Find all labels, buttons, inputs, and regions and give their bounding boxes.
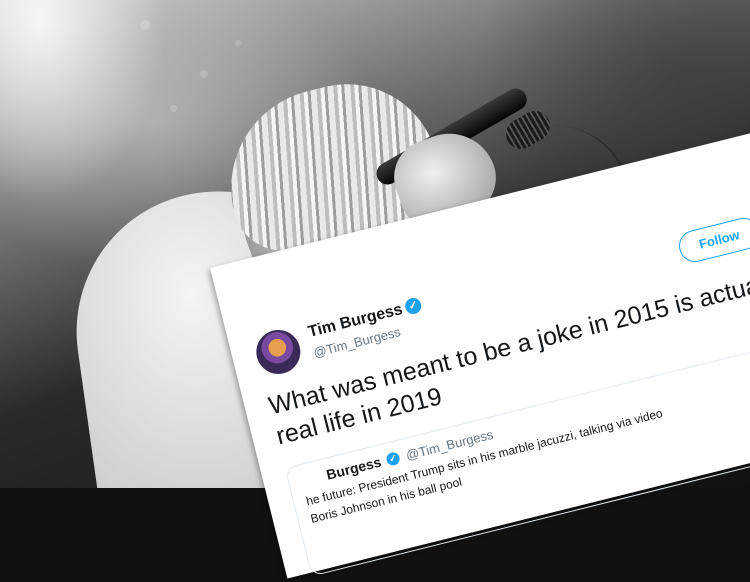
bokeh-light bbox=[140, 20, 150, 30]
bokeh-light bbox=[235, 40, 241, 46]
verified-icon: ✓ bbox=[385, 450, 401, 467]
avatar[interactable] bbox=[251, 325, 306, 379]
bokeh-light bbox=[200, 70, 208, 78]
bokeh-light bbox=[170, 105, 177, 112]
follow-button[interactable]: Follow bbox=[675, 214, 750, 266]
verified-icon: ✓ bbox=[403, 296, 423, 316]
